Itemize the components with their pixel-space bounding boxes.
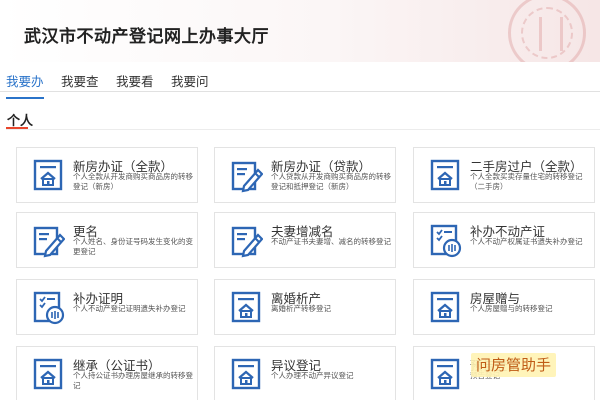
service-card-description: 个人贷款从开发商购买商品房的转移登记和抵押登记（新房）: [271, 172, 391, 191]
house-document-icon: [430, 291, 462, 325]
certificate-reissue-icon: [430, 224, 462, 258]
page-header: 武汉市不动产登记网上办事大厅: [0, 0, 600, 62]
service-card[interactable]: 继承（公证书） 个人持公证书办理房屋继承的转移登记: [16, 346, 198, 400]
service-card[interactable]: 二手房过户（全款） 个人全款买卖存量住宅的转移登记（二手房）: [413, 147, 595, 203]
service-card-description: 个人办理不动产异议登记: [271, 371, 354, 380]
service-card[interactable]: 异议登记 个人办理不动产异议登记: [214, 346, 396, 400]
tab-wo-yao-wen[interactable]: 我要问: [171, 71, 209, 90]
service-card-description: 个人姓名、身份证号码发生变化的变更登记: [73, 237, 193, 256]
service-card[interactable]: 新房办证（贷款） 个人贷款从开发商购买商品房的转移登记和抵押登记（新房）: [214, 147, 396, 203]
main-tabs: 我要办 我要查 我要看 我要问: [0, 62, 600, 99]
service-card[interactable]: 补办不动产证 个人不动产权属证书遗失补办登记: [413, 212, 595, 268]
emblem-watermark-icon: [508, 0, 586, 62]
service-card-description: 个人全款买卖存量住宅的转移登记（二手房）: [470, 172, 583, 191]
service-card[interactable]: 补办证明 个人不动产登记证明遗失补办登记: [16, 279, 198, 335]
house-document-icon: [33, 358, 65, 392]
service-card-description: 个人持公证书办理房屋继承的转移登记: [73, 371, 193, 390]
house-document-icon: [33, 159, 65, 193]
page-title: 武汉市不动产登记网上办事大厅: [24, 27, 269, 46]
service-card[interactable]: 离婚析产 离婚析产转移登记: [214, 279, 396, 335]
watermark-label: 问房管助手: [471, 353, 557, 377]
document-pen-icon: [231, 159, 264, 193]
tab-wo-yao-cha[interactable]: 我要查: [61, 71, 99, 90]
house-document-icon: [231, 291, 263, 325]
service-card-description: 个人不动产权属证书遗失补办登记: [470, 237, 583, 246]
service-card[interactable]: 房屋赠与 个人房屋赠与的转移登记: [413, 279, 595, 335]
house-document-icon: [231, 358, 263, 392]
tab-wo-yao-kan[interactable]: 我要看: [116, 71, 154, 90]
section-divider: [6, 129, 600, 130]
service-card-description: 个人不动产登记证明遗失补办登记: [73, 304, 186, 313]
tab-wo-yao-ban[interactable]: 我要办: [6, 71, 44, 99]
house-document-icon: [430, 358, 462, 392]
service-card-description: 个人全款从开发商购买商品房的转移登记（新房）: [73, 172, 193, 191]
document-pen-icon: [33, 224, 66, 258]
certificate-reissue-icon: [33, 291, 65, 325]
service-card-description: 不动产证书夫妻增、减名的转移登记: [271, 237, 391, 246]
service-card-description: 个人房屋赠与的转移登记: [470, 304, 553, 313]
service-card[interactable]: 新房办证（全款） 个人全款从开发商购买商品房的转移登记（新房）: [16, 147, 198, 203]
document-pen-icon: [231, 224, 264, 258]
house-document-icon: [430, 159, 462, 193]
service-card[interactable]: 夫妻增减名 不动产证书夫妻增、减名的转移登记: [214, 212, 396, 268]
service-card[interactable]: 更名 个人姓名、身份证号码发生变化的变更登记: [16, 212, 198, 268]
service-card-description: 离婚析产转移登记: [271, 304, 331, 313]
